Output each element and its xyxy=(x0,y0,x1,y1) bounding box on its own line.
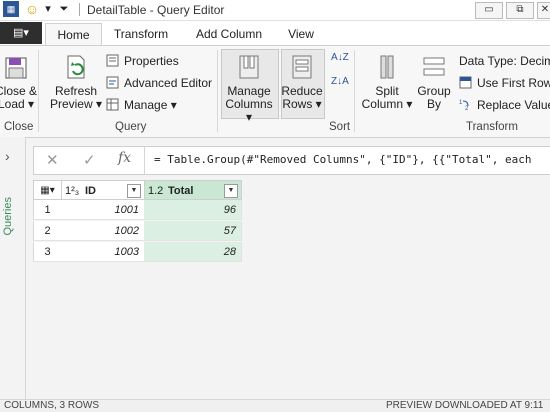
filter-dropdown-icon[interactable]: ▼ xyxy=(224,184,238,198)
group-label-sort: Sort xyxy=(329,121,351,133)
restore-button[interactable]: ⧉ xyxy=(506,2,534,19)
minimize-button[interactable]: ▭ xyxy=(475,2,503,19)
title-bar: ▦ ☺ ▾ ⏷ DetailTable - Query Editor ▭ ⧉ ✕ xyxy=(0,0,550,21)
formula-bar: ✕ ✓ fx = Table.Group(#"Removed Columns",… xyxy=(33,146,550,175)
sort-ascending-button[interactable]: A↓Z xyxy=(331,52,349,63)
group-by-button[interactable]: Group By xyxy=(414,52,454,111)
group-separator xyxy=(217,50,218,132)
use-first-row-label: Use First Row xyxy=(477,76,550,90)
manage-button[interactable]: Manage ▾ xyxy=(106,98,177,112)
status-row-count: COLUMNS, 3 ROWS xyxy=(4,400,100,411)
manage-icon xyxy=(106,98,119,111)
column-name-total: Total xyxy=(168,185,194,197)
svg-text:1: 1 xyxy=(459,100,463,106)
row-number[interactable]: 3 xyxy=(33,242,62,262)
group-label-transform: Transform xyxy=(466,121,518,133)
group-separator xyxy=(38,50,39,132)
tab-add-column[interactable]: Add Column xyxy=(188,23,270,45)
window-title: DetailTable - Query Editor xyxy=(87,3,225,17)
smiley-dropdown-icon[interactable]: ▾ xyxy=(40,1,56,17)
cell-id[interactable]: 1002 xyxy=(61,221,145,241)
whole-number-type-icon[interactable]: 1²₃ xyxy=(65,181,79,201)
app-icon[interactable]: ▦ xyxy=(3,1,19,17)
close-window-button[interactable]: ✕ xyxy=(537,2,550,19)
expand-queries-icon[interactable]: › xyxy=(5,148,10,164)
column-header-id[interactable]: 1²₃ ID ▼ xyxy=(61,180,145,200)
cell-id[interactable]: 1001 xyxy=(61,200,145,220)
commit-formula-icon[interactable]: ✓ xyxy=(83,151,96,169)
split-column-icon xyxy=(380,55,394,79)
reduce-rows-label-2: Rows ▾ xyxy=(282,97,322,111)
close-load-button[interactable]: Close & Load ▾ xyxy=(0,52,38,111)
advanced-editor-icon xyxy=(106,76,119,89)
formula-separator xyxy=(144,147,145,174)
table-menu-icon[interactable]: ▦▾ xyxy=(33,180,62,200)
replace-values-button[interactable]: 1 2 Replace Value xyxy=(459,98,550,112)
row-number[interactable]: 1 xyxy=(33,200,62,220)
filter-dropdown-icon[interactable]: ▼ xyxy=(127,184,141,198)
sort-descending-button[interactable]: Z↓A xyxy=(331,76,349,87)
cancel-formula-icon[interactable]: ✕ xyxy=(46,151,59,169)
column-header-total[interactable]: 1.2 Total ▼ xyxy=(144,180,242,200)
advanced-editor-button[interactable]: Advanced Editor xyxy=(106,76,212,90)
replace-values-icon: 12 xyxy=(459,100,469,111)
split-column-button[interactable]: Split Column ▾ xyxy=(360,52,414,111)
tab-transform[interactable]: Transform xyxy=(105,23,177,45)
smiley-icon[interactable]: ☺ xyxy=(24,1,40,17)
close-load-label-2: Load ▾ xyxy=(0,97,35,111)
ribbon: Close & Load ▾ Close Refresh Preview ▾ P… xyxy=(0,45,550,138)
status-preview-time: PREVIEW DOWNLOADED AT 9:11 xyxy=(386,400,544,411)
manage-label: Manage ▾ xyxy=(124,98,177,112)
use-first-row-icon xyxy=(459,76,472,89)
cell-total[interactable]: 28 xyxy=(144,242,242,262)
file-tab[interactable]: ▤▾ xyxy=(0,22,42,44)
cell-total[interactable]: 96 xyxy=(144,200,242,220)
status-bar: COLUMNS, 3 ROWS PREVIEW DOWNLOADED AT 9:… xyxy=(0,399,550,412)
properties-label: Properties xyxy=(124,54,179,68)
refresh-icon xyxy=(67,55,85,79)
data-type-dropdown[interactable]: Data Type: Decima xyxy=(459,54,550,68)
close-load-icon xyxy=(5,57,27,79)
customize-toolbar-icon[interactable]: ⏷ xyxy=(56,1,72,17)
group-by-icon xyxy=(423,57,445,76)
manage-columns-label-2: Columns ▾ xyxy=(225,97,273,124)
row-number[interactable]: 2 xyxy=(33,221,62,241)
manage-columns-button[interactable]: Manage Columns ▾ xyxy=(221,52,277,124)
decimal-type-icon[interactable]: 1.2 xyxy=(148,181,163,201)
reduce-rows-button[interactable]: Reduce Rows ▾ xyxy=(281,52,323,111)
title-separator xyxy=(79,3,80,16)
replace-values-label: Replace Value xyxy=(477,98,550,112)
column-name-id: ID xyxy=(85,185,96,197)
refresh-label-2: Preview ▾ xyxy=(49,97,103,111)
ribbon-tabs: ▤▾ Home Transform Add Column View xyxy=(0,21,550,46)
reduce-rows-icon xyxy=(292,55,312,79)
group-by-label-2: By xyxy=(426,97,441,111)
use-first-row-button[interactable]: Use First Row xyxy=(459,76,550,90)
tab-view[interactable]: View xyxy=(277,23,325,45)
queries-pane: › Queries xyxy=(0,137,26,399)
properties-icon xyxy=(106,54,119,67)
refresh-preview-button[interactable]: Refresh Preview ▾ xyxy=(48,52,104,111)
properties-button[interactable]: Properties xyxy=(106,54,179,68)
svg-text:2: 2 xyxy=(465,106,469,111)
queries-pane-label[interactable]: Queries xyxy=(2,197,14,236)
cell-total[interactable]: 57 xyxy=(144,221,242,241)
group-label-close: Close xyxy=(4,121,34,133)
group-label-query: Query xyxy=(115,121,147,133)
advanced-editor-label: Advanced Editor xyxy=(124,76,213,90)
group-separator xyxy=(354,50,355,132)
split-column-label-2: Column ▾ xyxy=(361,97,413,111)
manage-columns-icon xyxy=(239,55,259,79)
cell-id[interactable]: 1003 xyxy=(61,242,145,262)
formula-input[interactable]: = Table.Group(#"Removed Columns", {"ID"}… xyxy=(154,153,532,166)
fx-icon[interactable]: fx xyxy=(118,150,131,166)
tab-home[interactable]: Home xyxy=(45,23,102,46)
